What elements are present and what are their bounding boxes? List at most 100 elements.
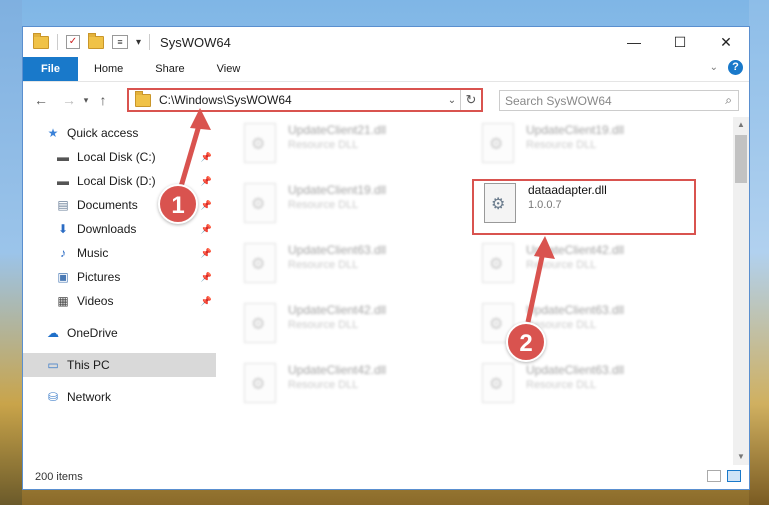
pin-icon[interactable]: 📌 bbox=[201, 296, 212, 307]
toolbar-dropdown-icon[interactable]: ▾ bbox=[136, 37, 141, 48]
back-arrow-icon[interactable]: ← bbox=[31, 92, 51, 108]
refresh-icon[interactable]: ↻ bbox=[460, 90, 481, 110]
scroll-down-icon[interactable]: ▼ bbox=[733, 449, 749, 465]
nav-item-music[interactable]: ♪ Music 📌 bbox=[23, 241, 216, 265]
title-bar: ✓ ≡ ▾ SysWOW64 — ☐ ✕ bbox=[23, 27, 749, 57]
ribbon-tabs: File Home Share View ⌄ ? bbox=[23, 57, 749, 82]
nav-item-videos[interactable]: ▦ Videos 📌 bbox=[23, 289, 216, 313]
file-item[interactable]: UpdateClient42.dll Resource DLL bbox=[482, 243, 712, 295]
nav-item-label: Local Disk (C:) bbox=[77, 150, 156, 164]
file-description: Resource DLL bbox=[526, 259, 597, 271]
file-description: Resource DLL bbox=[288, 199, 359, 211]
nav-item-label: Network bbox=[67, 390, 112, 404]
pin-icon[interactable]: 📌 bbox=[201, 152, 212, 163]
up-arrow-icon[interactable]: ↑ bbox=[93, 92, 113, 108]
expand-ribbon-icon[interactable]: ⌄ bbox=[710, 62, 718, 73]
desktop-background-right bbox=[749, 0, 769, 505]
nav-item-network[interactable]: ⛁ Network bbox=[23, 385, 216, 409]
file-name: UpdateClient42.dll bbox=[288, 303, 387, 317]
minimize-button[interactable]: — bbox=[611, 27, 657, 57]
nav-item-label: Local Disk (D:) bbox=[77, 174, 156, 188]
dll-file-icon bbox=[244, 243, 276, 283]
computer-icon: ▭ bbox=[47, 358, 59, 372]
nav-item-local-disk-c[interactable]: ▬ Local Disk (C:) 📌 bbox=[23, 145, 216, 169]
drive-icon: ▬ bbox=[57, 174, 69, 188]
download-icon: ⬇ bbox=[57, 222, 69, 236]
file-item[interactable]: UpdateClient42.dll Resource DLL bbox=[244, 303, 474, 355]
pictures-icon: ▣ bbox=[57, 270, 69, 284]
tab-home[interactable]: Home bbox=[78, 57, 139, 81]
pin-icon[interactable]: 📌 bbox=[201, 200, 212, 211]
quick-access-toolbar: ✓ ≡ ▾ bbox=[33, 32, 151, 50]
music-icon: ♪ bbox=[60, 246, 66, 260]
properties-check-icon[interactable]: ✓ bbox=[66, 35, 80, 49]
recent-locations-icon[interactable]: ▾ bbox=[79, 95, 93, 106]
status-bar: 200 items bbox=[23, 465, 749, 489]
pin-icon[interactable]: 📌 bbox=[201, 248, 212, 259]
address-bar[interactable]: C:\Windows\SysWOW64 ⌄ ↻ bbox=[127, 88, 483, 112]
dll-file-icon bbox=[244, 303, 276, 343]
maximize-button[interactable]: ☐ bbox=[657, 27, 703, 57]
search-input[interactable]: Search SysWOW64 ⌕ bbox=[499, 90, 739, 111]
address-path[interactable]: C:\Windows\SysWOW64 bbox=[159, 93, 444, 107]
dll-file-icon bbox=[482, 363, 514, 403]
file-item[interactable]: UpdateClient19.dll Resource DLL bbox=[244, 183, 474, 235]
scrollbar-thumb[interactable] bbox=[735, 135, 747, 183]
file-item[interactable]: UpdateClient63.dll Resource DLL bbox=[482, 363, 712, 415]
dll-file-icon bbox=[244, 123, 276, 163]
help-icon[interactable]: ? bbox=[728, 60, 743, 75]
nav-item-pictures[interactable]: ▣ Pictures 📌 bbox=[23, 265, 216, 289]
file-description: Resource DLL bbox=[526, 379, 597, 391]
tab-file[interactable]: File bbox=[23, 57, 78, 81]
file-name: UpdateClient63.dll bbox=[526, 303, 625, 317]
vertical-scrollbar[interactable]: ▲ ▼ bbox=[733, 117, 749, 465]
pin-icon[interactable]: 📌 bbox=[201, 176, 212, 187]
highlight-box bbox=[472, 179, 696, 235]
search-placeholder: Search SysWOW64 bbox=[505, 93, 612, 108]
nav-item-quick-access[interactable]: ★ Quick access bbox=[23, 121, 216, 145]
nav-item-label: Videos bbox=[77, 294, 114, 308]
file-name: UpdateClient42.dll bbox=[288, 363, 387, 377]
search-icon[interactable]: ⌕ bbox=[725, 93, 732, 108]
new-folder-icon[interactable] bbox=[88, 32, 104, 49]
details-view-icon[interactable] bbox=[707, 470, 721, 482]
file-name: UpdateClient63.dll bbox=[288, 243, 387, 257]
file-description: Resource DLL bbox=[288, 139, 359, 151]
tab-share[interactable]: Share bbox=[139, 57, 200, 81]
dll-file-icon bbox=[244, 363, 276, 403]
customize-toolbar-icon[interactable]: ≡ bbox=[112, 35, 128, 49]
nav-item-label: This PC bbox=[67, 358, 110, 372]
file-name: UpdateClient19.dll bbox=[288, 183, 387, 197]
tab-view[interactable]: View bbox=[201, 57, 257, 81]
close-button[interactable]: ✕ bbox=[703, 27, 749, 57]
scroll-up-icon[interactable]: ▲ bbox=[733, 117, 749, 133]
nav-item-this-pc[interactable]: ▭ This PC bbox=[23, 353, 216, 377]
pin-icon[interactable]: 📌 bbox=[201, 272, 212, 283]
file-item[interactable]: UpdateClient63.dll Resource DLL bbox=[244, 243, 474, 295]
folder-icon bbox=[33, 32, 49, 49]
forward-arrow-icon[interactable]: → bbox=[59, 92, 79, 108]
explorer-body: ★ Quick access ▬ Local Disk (C:) 📌 ▬ Loc… bbox=[23, 117, 749, 465]
dll-file-icon bbox=[482, 123, 514, 163]
step-badge-2: 2 bbox=[506, 322, 546, 362]
nav-item-label: Documents bbox=[77, 198, 138, 212]
large-icons-view-icon[interactable] bbox=[727, 470, 741, 482]
toolbar-divider bbox=[149, 34, 151, 50]
nav-item-label: Pictures bbox=[77, 270, 121, 284]
pin-icon[interactable]: 📌 bbox=[201, 224, 212, 235]
file-name: UpdateClient63.dll bbox=[526, 363, 625, 377]
item-count: 200 items bbox=[35, 471, 83, 483]
file-item[interactable]: UpdateClient19.dll Resource DLL bbox=[482, 123, 712, 175]
nav-item-onedrive[interactable]: ☁ OneDrive bbox=[23, 321, 216, 345]
file-explorer-window: ✓ ≡ ▾ SysWOW64 — ☐ ✕ File Home Share Vie… bbox=[22, 26, 750, 490]
navigation-pane: ★ Quick access ▬ Local Disk (C:) 📌 ▬ Loc… bbox=[23, 117, 216, 465]
folder-icon bbox=[135, 90, 151, 107]
videos-icon: ▦ bbox=[57, 294, 69, 308]
file-description: Resource DLL bbox=[288, 319, 359, 331]
address-dropdown-icon[interactable]: ⌄ bbox=[444, 95, 460, 106]
file-name: UpdateClient21.dll bbox=[288, 123, 387, 137]
window-title: SysWOW64 bbox=[160, 34, 231, 50]
desktop-background-left bbox=[0, 0, 22, 505]
file-item[interactable]: UpdateClient21.dll Resource DLL bbox=[244, 123, 474, 175]
file-item[interactable]: UpdateClient42.dll Resource DLL bbox=[244, 363, 474, 415]
